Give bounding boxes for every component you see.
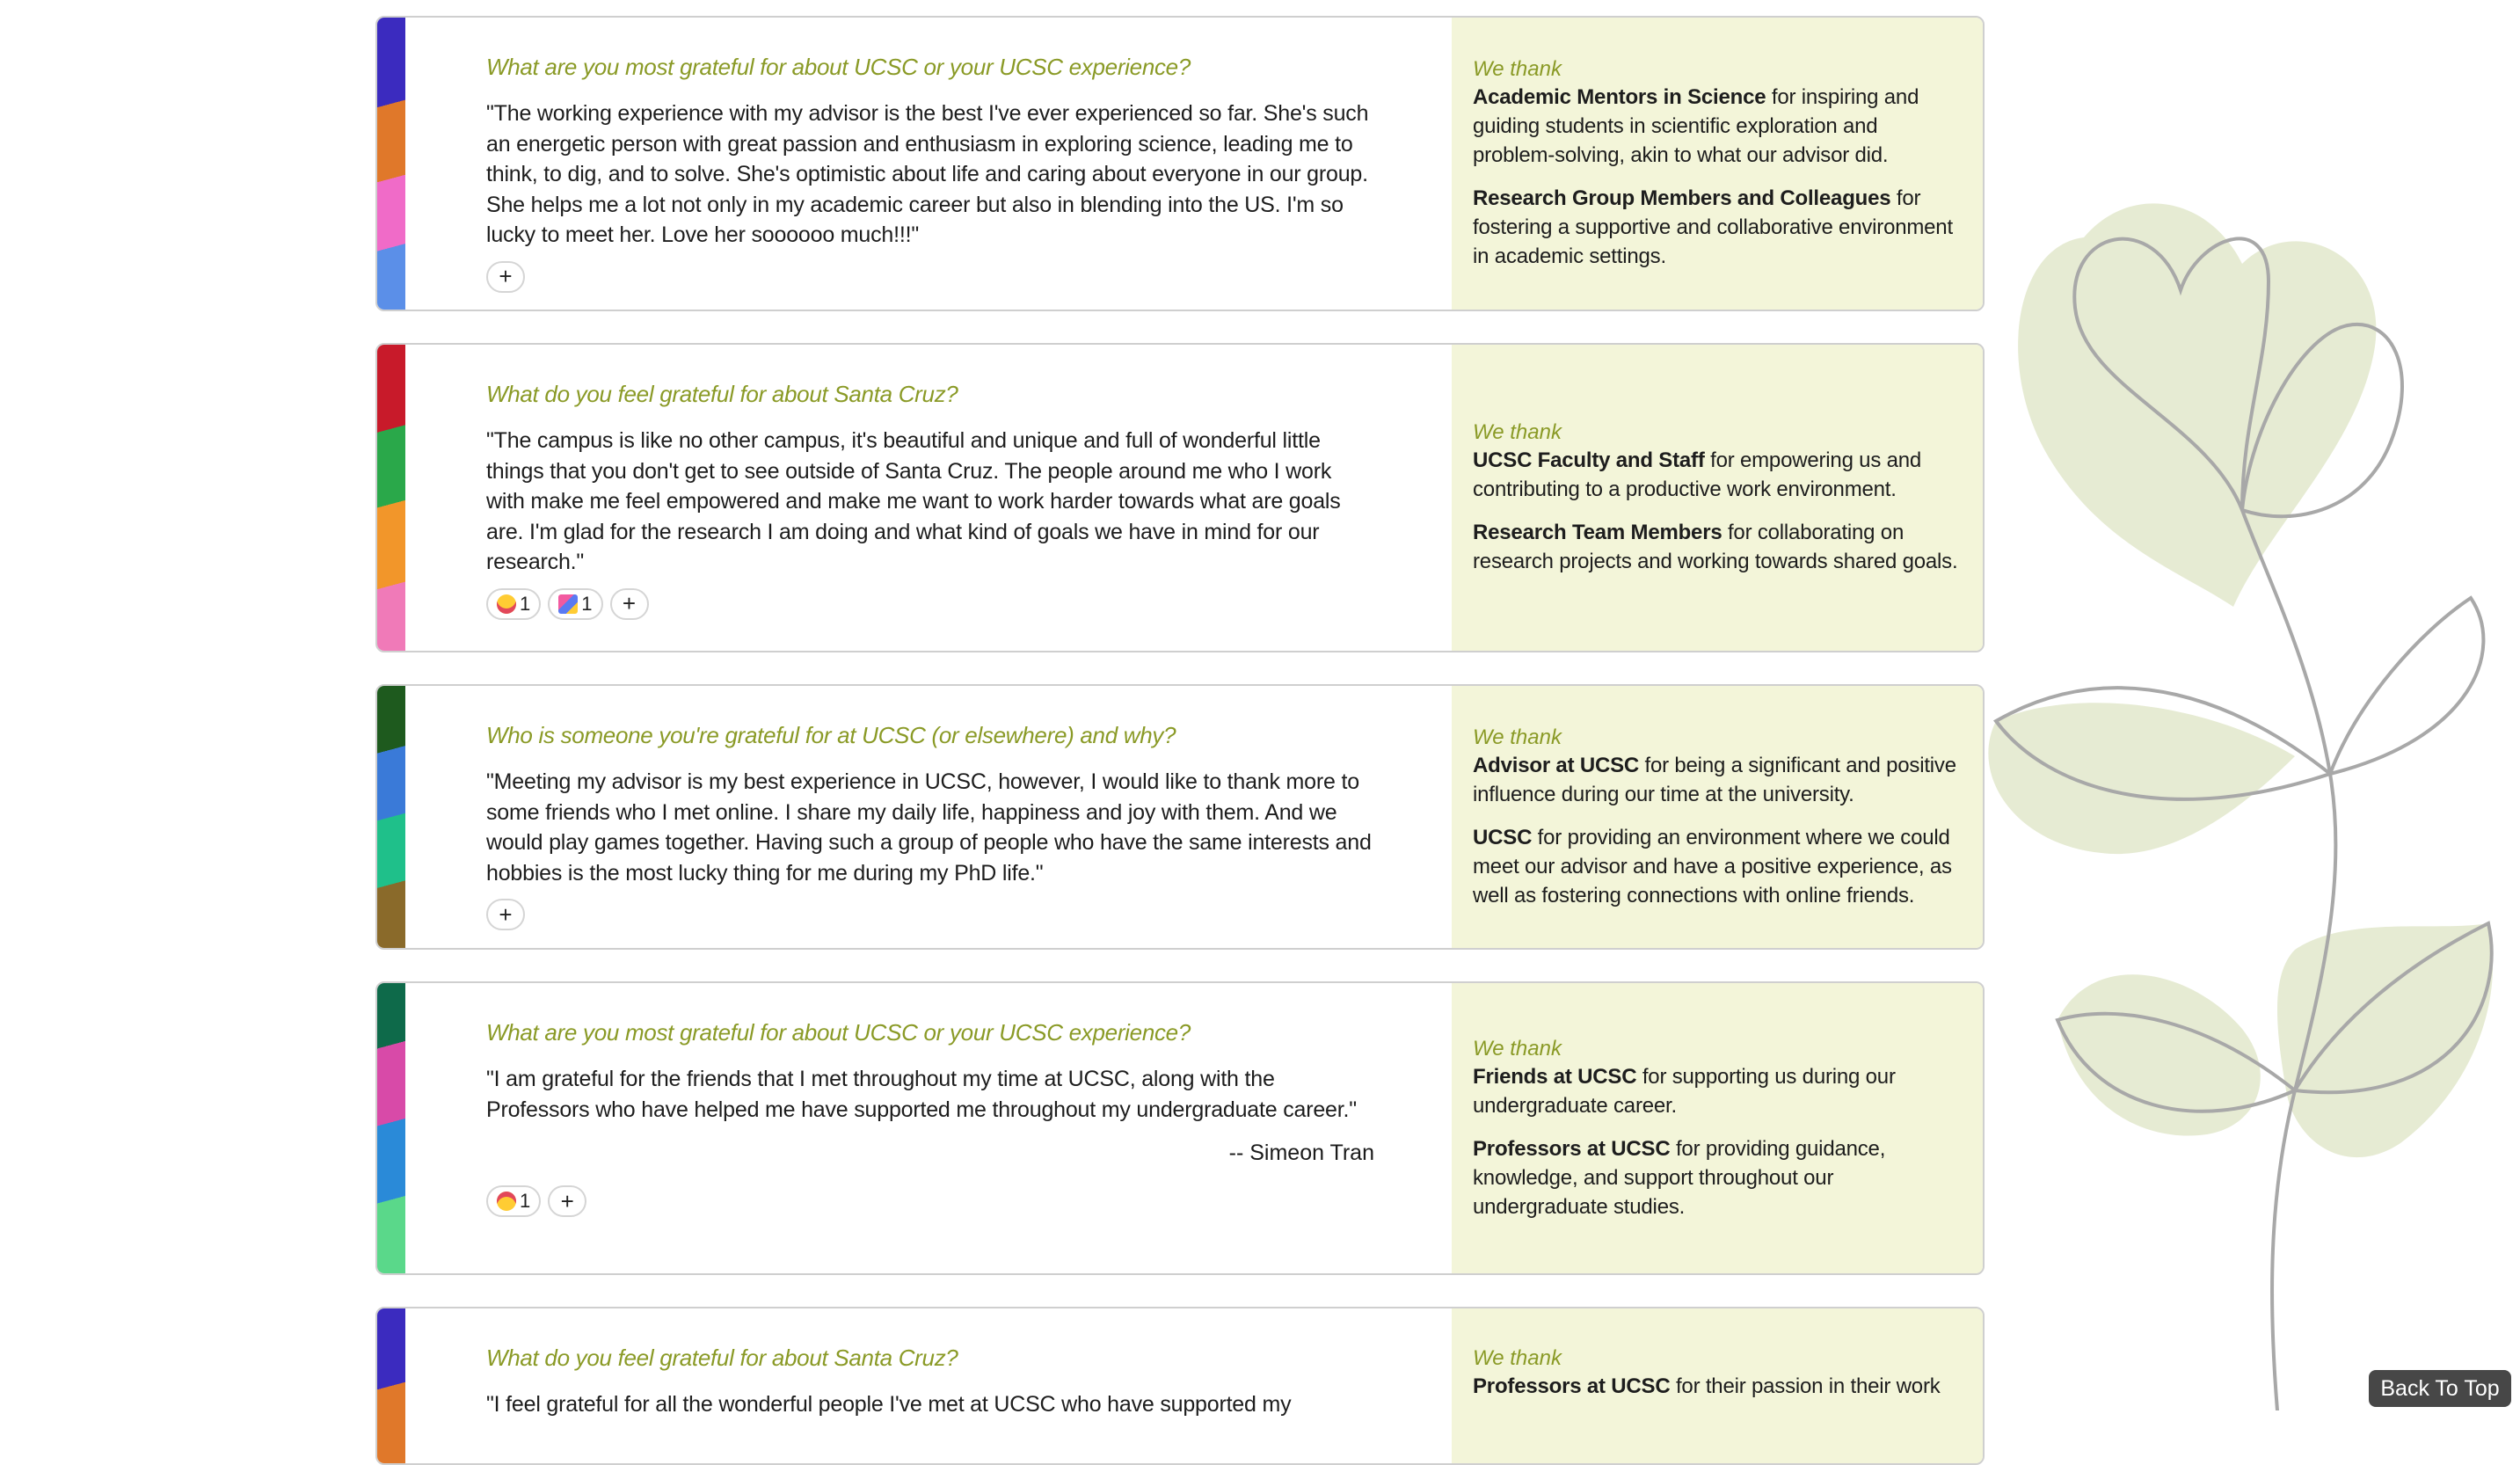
thank-item: Professors at UCSC for their passion in … xyxy=(1473,1372,1960,1401)
plant-illustration xyxy=(1988,203,2494,1410)
card-answer: "I feel grateful for all the wonderful p… xyxy=(486,1392,1292,1417)
gratitude-card: What are you most grateful for about UCS… xyxy=(375,16,1985,311)
thank-name: Research Group Members and Colleagues xyxy=(1473,186,1891,210)
we-thank-panel: We thank Academic Mentors in Science for… xyxy=(1452,18,1983,310)
thank-reason: for providing an environment where we co… xyxy=(1473,825,1952,907)
gratitude-card: What do you feel grateful for about Sant… xyxy=(375,343,1985,652)
thank-name: Research Team Members xyxy=(1473,521,1722,544)
thank-name: Academic Mentors in Science xyxy=(1473,85,1766,109)
add-reaction-button[interactable]: + xyxy=(486,899,525,930)
card-color-stripe xyxy=(377,686,405,948)
thank-reason: for their passion in their work xyxy=(1670,1374,1941,1398)
we-thank-heading: We thank xyxy=(1473,725,1562,749)
card-answer: "The working experience with my advisor … xyxy=(486,101,1369,247)
card-answer: "The campus is like no other campus, it'… xyxy=(486,428,1341,574)
gratitude-card: What do you feel grateful for about Sant… xyxy=(375,1307,1985,1465)
back-to-top-button[interactable]: Back To Top xyxy=(2369,1370,2511,1407)
we-thank-heading: We thank xyxy=(1473,420,1562,444)
thank-item: Friends at UCSC for supporting us during… xyxy=(1473,1062,1960,1120)
we-thank-panel: We thank UCSC Faculty and Staff for empo… xyxy=(1452,345,1983,651)
thank-item: UCSC for providing an environment where … xyxy=(1473,823,1960,910)
we-thank-heading: We thank xyxy=(1473,57,1562,81)
we-thank-panel: We thank Professors at UCSC for their pa… xyxy=(1452,1308,1983,1463)
thank-item: Professors at UCSC for providing guidanc… xyxy=(1473,1134,1960,1221)
thank-name: UCSC Faculty and Staff xyxy=(1473,448,1705,472)
card-author: -- Simeon Tran xyxy=(1228,1141,1374,1165)
heart-eyes-face-icon xyxy=(497,1192,516,1211)
reaction-count: 1 xyxy=(520,1190,531,1212)
thank-name: Friends at UCSC xyxy=(1473,1064,1637,1089)
thank-item: Academic Mentors in Science for inspirin… xyxy=(1473,83,1960,170)
thank-item: Research Group Members and Colleagues fo… xyxy=(1473,184,1960,271)
reaction-count: 1 xyxy=(581,592,593,615)
add-reaction-button[interactable]: + xyxy=(548,1185,587,1217)
reaction-party-popper[interactable]: 1 xyxy=(548,587,603,620)
card-answer: "I am grateful for the friends that I me… xyxy=(486,1067,1357,1122)
we-thank-panel: We thank Advisor at UCSC for being a sig… xyxy=(1452,686,1983,948)
thank-item: Research Team Members for collaborating … xyxy=(1473,518,1960,576)
we-thank-panel: We thank Friends at UCSC for supporting … xyxy=(1452,983,1983,1273)
card-color-stripe xyxy=(377,18,405,310)
party-popper-icon xyxy=(558,594,579,614)
add-reaction-button[interactable]: + xyxy=(609,587,649,620)
card-color-stripe xyxy=(377,1308,405,1463)
add-reaction-button[interactable]: + xyxy=(486,260,525,293)
reaction-heart-eyes[interactable]: 1 xyxy=(486,1185,542,1217)
thank-item: Advisor at UCSC for being a significant … xyxy=(1473,751,1960,809)
reaction-astonished[interactable]: 1 xyxy=(486,587,542,620)
card-answer: "Meeting my advisor is my best experienc… xyxy=(486,769,1372,886)
reaction-count: 1 xyxy=(520,592,531,615)
gratitude-card: Who is someone you're grateful for at UC… xyxy=(375,684,1985,950)
thank-name: Professors at UCSC xyxy=(1473,1136,1671,1161)
thank-name: UCSC xyxy=(1473,825,1533,849)
card-color-stripe xyxy=(377,983,405,1273)
thank-name: Advisor at UCSC xyxy=(1473,753,1640,777)
astonished-face-icon xyxy=(497,594,516,614)
card-color-stripe xyxy=(377,345,405,651)
we-thank-heading: We thank xyxy=(1473,1036,1562,1060)
thank-item: UCSC Faculty and Staff for empowering us… xyxy=(1473,446,1960,504)
we-thank-heading: We thank xyxy=(1473,1346,1562,1370)
gratitude-card: What are you most grateful for about UCS… xyxy=(375,981,1985,1275)
thank-name: Professors at UCSC xyxy=(1473,1374,1671,1398)
